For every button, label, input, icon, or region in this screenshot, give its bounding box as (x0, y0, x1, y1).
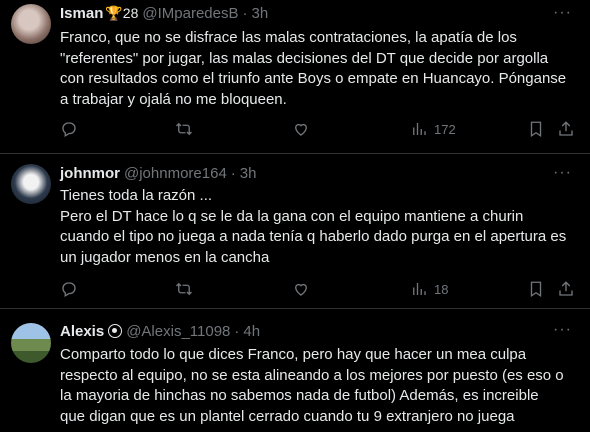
views-count: 18 (434, 281, 449, 297)
reply-icon[interactable] (60, 278, 78, 300)
tweet-line: un jugador menos en la cancha (60, 248, 270, 266)
tweet-text: Comparto todo lo que dices Franco, pero … (60, 345, 580, 427)
author-name[interactable]: johnmor (60, 165, 120, 182)
avatar[interactable] (11, 323, 51, 363)
tweet-line: que digan que es un plantel cerrado cuan… (60, 407, 515, 425)
tweet-line: Tienes toda la razón ... (60, 187, 213, 204)
tweet-line: Franco, que no se disfrace las malas con… (60, 29, 517, 46)
tweet-text: Tienes toda la razón ... Pero el DT hace… (60, 186, 580, 268)
separator-dot: · (242, 4, 248, 22)
tweet-line: Comparto todo lo que dices Franco, pero … (60, 346, 527, 363)
action-bar: 18 (60, 278, 580, 300)
tweet-line: "referentes" por jugar, las malas decisi… (60, 49, 549, 67)
views-button[interactable]: 18 (410, 278, 448, 300)
more-dots-icon[interactable]: ··· (553, 4, 572, 22)
author-handle[interactable]: @Alexis_11098 (126, 323, 230, 340)
tweet[interactable]: Isman 🏆28 @IMparedesB · 3h ··· Franco, q… (0, 0, 590, 154)
author-handle[interactable]: @IMparedesB (142, 5, 238, 22)
more-dots-icon[interactable]: ··· (553, 164, 572, 182)
author-name[interactable]: Isman (60, 5, 103, 22)
tweet-line: con resultados como el triunfo ante Boys… (60, 70, 567, 87)
author-name[interactable]: Alexis (60, 323, 104, 340)
reply-icon[interactable] (60, 118, 78, 140)
timestamp[interactable]: 3h (251, 5, 268, 22)
tweet-line: respecto al equipo, no se esta alineando… (60, 366, 564, 384)
tweet[interactable]: johnmor @johnmore164 · 3h ··· Tienes tod… (0, 154, 590, 309)
tweet[interactable]: Alexis @Alexis_11098 · 4h ··· Comparto t… (0, 309, 590, 432)
retweet-icon[interactable] (175, 278, 193, 300)
bookmark-icon[interactable] (527, 278, 545, 300)
club-logo-icon (108, 324, 123, 338)
author-handle[interactable]: @johnmore164 (124, 165, 227, 182)
timestamp[interactable]: 4h (243, 323, 260, 340)
retweet-icon[interactable] (175, 118, 193, 140)
views-button[interactable]: 172 (410, 118, 456, 140)
tweet-line: Pero el DT hace lo q se le da la gana co… (60, 207, 524, 225)
share-icon[interactable] (557, 118, 575, 140)
share-icon[interactable] (557, 278, 575, 300)
more-dots-icon[interactable]: ··· (553, 321, 572, 339)
heart-icon[interactable] (292, 278, 310, 300)
heart-icon[interactable] (292, 118, 310, 140)
views-icon (413, 283, 426, 295)
action-bar: 172 (60, 118, 580, 140)
badge: 🏆28 (105, 4, 139, 21)
avatar[interactable] (11, 4, 51, 44)
tweet-text: Franco, que no se disfrace las malas con… (60, 28, 580, 110)
timestamp[interactable]: 3h (240, 165, 257, 182)
tweet-line: a trabajar y ojalá no me bloqueen. (60, 90, 287, 108)
separator-dot: · (234, 322, 240, 340)
avatar[interactable] (11, 164, 51, 204)
views-count: 172 (434, 121, 456, 137)
separator-dot: · (230, 164, 236, 182)
tweet-line: cuando el tipo no juega a nada tenía q h… (60, 228, 567, 245)
tweet-line: la mayoria de hinchas no sabemos nada de… (60, 387, 539, 404)
bookmark-icon[interactable] (527, 118, 545, 140)
views-icon (413, 123, 426, 135)
